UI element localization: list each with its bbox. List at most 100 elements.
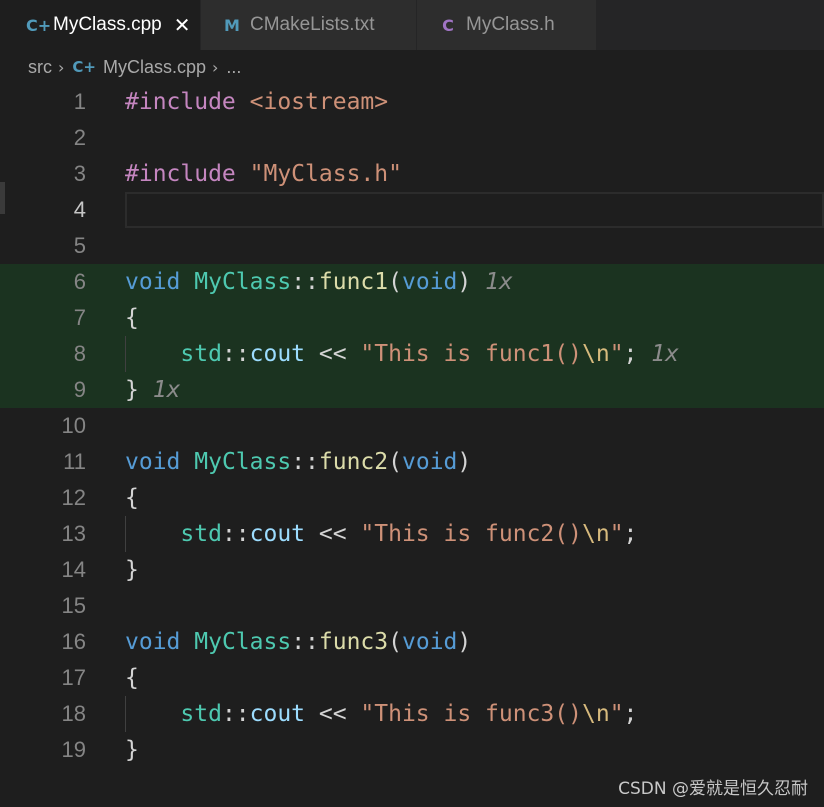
operator-token: [180, 269, 194, 295]
code-line[interactable]: 1 #include <iostream>: [0, 84, 824, 120]
tab-myclass-h[interactable]: C MyClass.h: [417, 0, 597, 50]
variable-token: cout: [249, 701, 306, 727]
line-number: 18: [61, 701, 86, 726]
type-token: std: [180, 341, 222, 367]
breadcrumb-folder[interactable]: src: [28, 57, 52, 78]
line-number: 4: [73, 197, 86, 222]
coverage-hint: 1x: [651, 341, 679, 367]
code-line[interactable]: 17 {: [0, 660, 824, 696]
line-number: 13: [61, 521, 86, 546]
operator-token: [236, 89, 250, 115]
operator-token: ::: [291, 629, 319, 655]
code-line[interactable]: 12 {: [0, 480, 824, 516]
line-number: 1: [73, 89, 86, 114]
code-line[interactable]: 18 std::cout << "This is func3()\n";: [0, 696, 824, 732]
operator-token: (: [388, 269, 402, 295]
code-line[interactable]: 7{: [0, 300, 824, 336]
editor-tab-bar: C+ MyClass.cpp ✕ M CMakeLists.txt C MyCl…: [0, 0, 824, 50]
code-text: } 1x: [125, 372, 824, 408]
scrollbar-marker[interactable]: [0, 182, 5, 214]
line-number: 6: [73, 269, 86, 294]
variable-token: cout: [249, 341, 306, 367]
operator-token: [236, 161, 250, 187]
cmake-file-icon: M: [224, 15, 240, 35]
code-line[interactable]: 19}: [0, 732, 824, 768]
operator-token: [139, 377, 153, 403]
code-text: {: [125, 300, 824, 336]
operator-token: {: [125, 305, 139, 331]
coverage-hint: 1x: [485, 269, 513, 295]
coverage-hint: 1x: [152, 377, 181, 403]
string-token: "This is func1(): [360, 341, 582, 367]
line-number: 5: [73, 233, 86, 258]
keyword-token: void: [125, 629, 181, 655]
line-number: 2: [73, 125, 86, 150]
string-token: ": [609, 701, 624, 727]
code-line[interactable]: 8 std::cout << "This is func1()\n"; 1x: [0, 336, 824, 372]
operator-token: [180, 629, 194, 655]
breadcrumb-symbol[interactable]: ...: [226, 57, 241, 78]
code-line[interactable]: 10: [0, 408, 824, 444]
operator-token: ): [457, 629, 472, 655]
preprocessor-token: #include: [125, 161, 236, 187]
operator-token: ::: [221, 521, 250, 547]
code-text: #include <iostream>: [125, 84, 824, 120]
code-text: std::cout << "This is func2()\n";: [125, 516, 824, 552]
operator-token: ::: [221, 701, 250, 727]
line-number: 17: [61, 665, 86, 690]
operator-token: <<: [305, 521, 361, 547]
code-line[interactable]: 14}: [0, 552, 824, 588]
code-line[interactable]: 15: [0, 588, 824, 624]
tab-myclass-cpp[interactable]: C+ MyClass.cpp ✕: [0, 0, 201, 50]
operator-token: }: [125, 557, 139, 583]
type-token: MyClass: [194, 269, 292, 295]
line-number: 7: [73, 305, 86, 330]
operator-token: ::: [291, 449, 319, 475]
code-line[interactable]: 5: [0, 228, 824, 264]
code-editor[interactable]: 1 #include <iostream> 2 3 #include "MyClass.…: [0, 84, 824, 768]
function-token: func3: [318, 629, 389, 655]
string-token: <iostream>: [249, 89, 389, 115]
line-number: 3: [73, 161, 86, 186]
code-line[interactable]: 13 std::cout << "This is func2()\n";: [0, 516, 824, 552]
code-text: void MyClass::func2(void): [125, 444, 824, 480]
code-line[interactable]: 9} 1x: [0, 372, 824, 408]
code-text: {: [125, 480, 824, 516]
line-number: 19: [61, 737, 86, 762]
code-text: }: [125, 552, 824, 588]
line-number: 8: [73, 341, 86, 366]
escape-token: \n: [581, 701, 610, 727]
line-number: 9: [73, 377, 86, 402]
operator-token: ): [457, 449, 472, 475]
operator-token: }: [125, 737, 139, 763]
keyword-token: void: [402, 269, 458, 295]
operator-token: <<: [305, 701, 361, 727]
string-token: ": [609, 341, 624, 367]
code-line[interactable]: 4: [0, 192, 824, 228]
string-token: "This is func2(): [360, 521, 582, 547]
code-text: [125, 192, 824, 228]
breadcrumb-file[interactable]: MyClass.cpp: [103, 57, 206, 78]
code-line[interactable]: 6 void MyClass::func1(void) 1x: [0, 264, 824, 300]
code-line[interactable]: 3 #include "MyClass.h": [0, 156, 824, 192]
operator-token: [125, 701, 180, 727]
line-number: 14: [61, 557, 86, 582]
code-line[interactable]: 16 void MyClass::func3(void): [0, 624, 824, 660]
tab-label: MyClass.h: [466, 14, 555, 35]
operator-token: }: [125, 377, 139, 403]
escape-token: \n: [581, 341, 610, 367]
code-line[interactable]: 11 void MyClass::func2(void): [0, 444, 824, 480]
line-number: 10: [61, 413, 86, 438]
line-number: 16: [61, 629, 86, 654]
close-icon[interactable]: ✕: [174, 13, 191, 37]
operator-token: ::: [291, 269, 319, 295]
operator-token: ): [457, 269, 472, 295]
line-number: 12: [61, 485, 86, 510]
operator-token: (: [388, 629, 402, 655]
code-line[interactable]: 2: [0, 120, 824, 156]
tab-cmakelists-txt[interactable]: M CMakeLists.txt: [201, 0, 417, 50]
string-token: ": [609, 521, 624, 547]
